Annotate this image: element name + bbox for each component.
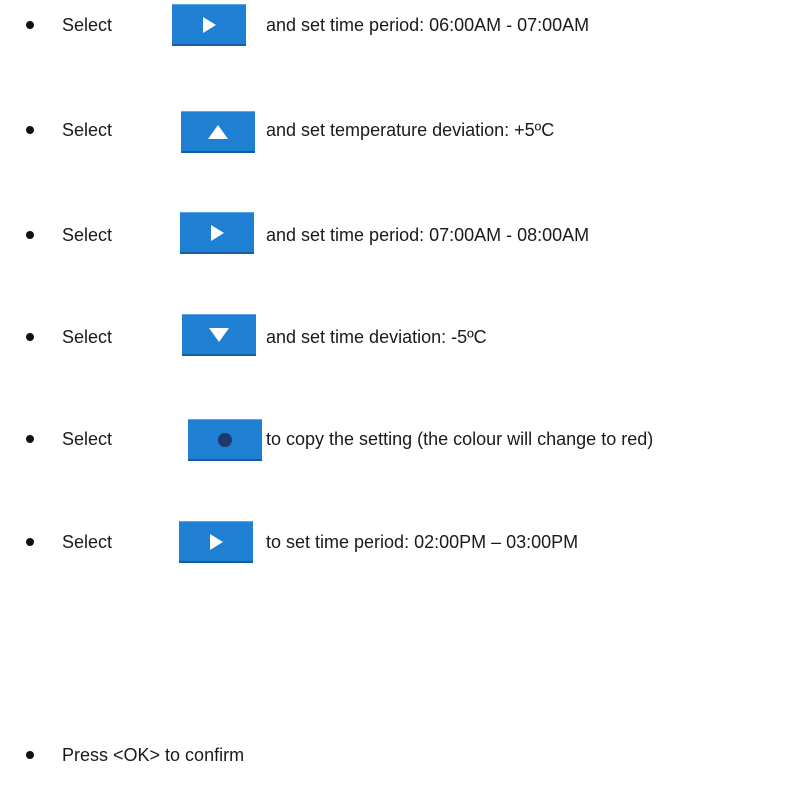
step-instruction: and set temperature deviation: +5ºC (266, 120, 555, 140)
instruction-step-1: Select and set time period: 06:00AM - 07… (0, 0, 811, 50)
select-label: Select (62, 225, 113, 245)
bullet-point (26, 333, 34, 341)
step-instruction: and set time period: 07:00AM - 08:00AM (266, 225, 590, 245)
bullet-point (26, 126, 34, 134)
select-label: Select (62, 429, 113, 449)
instruction-step-5: Select to copy the setting (the colour w… (0, 414, 811, 464)
bullet-point (26, 538, 34, 546)
select-label: Select (62, 120, 113, 140)
copy-setting-button[interactable] (188, 419, 262, 461)
play-right-icon (211, 224, 224, 241)
circle-dot-icon (218, 432, 232, 447)
increase-temperature-button[interactable] (181, 111, 255, 153)
bullet-point (26, 751, 34, 759)
decrease-temperature-button[interactable] (182, 314, 256, 356)
confirm-instruction: Press <OK> to confirm (62, 745, 245, 765)
instruction-step-3: Select and set time period: 07:00AM - 08… (0, 210, 811, 260)
triangle-up-icon (208, 124, 228, 139)
select-label: Select (62, 532, 113, 552)
instruction-step-2: Select and set temperature deviation: +5… (0, 105, 811, 155)
instruction-step-4: Select and set time deviation: -5ºC (0, 312, 811, 362)
play-right-icon (203, 16, 216, 33)
step-instruction: to set time period: 02:00PM – 03:00PM (266, 532, 579, 552)
next-period-button[interactable] (172, 4, 246, 46)
next-period-button[interactable] (179, 521, 253, 563)
next-period-button[interactable] (180, 212, 254, 254)
step-instruction: to copy the setting (the colour will cha… (266, 429, 654, 449)
step-instruction: and set time period: 06:00AM - 07:00AM (266, 15, 590, 35)
bullet-point (26, 435, 34, 443)
step-instruction: and set time deviation: -5ºC (266, 327, 487, 347)
select-label: Select (62, 327, 113, 347)
bullet-point (26, 21, 34, 29)
play-right-icon (210, 533, 223, 550)
instruction-step-7: Press <OK> to confirm (0, 730, 811, 780)
instruction-step-6: Select to set time period: 02:00PM – 03:… (0, 517, 811, 567)
triangle-down-icon (209, 327, 229, 342)
select-label: Select (62, 15, 113, 35)
bullet-point (26, 231, 34, 239)
